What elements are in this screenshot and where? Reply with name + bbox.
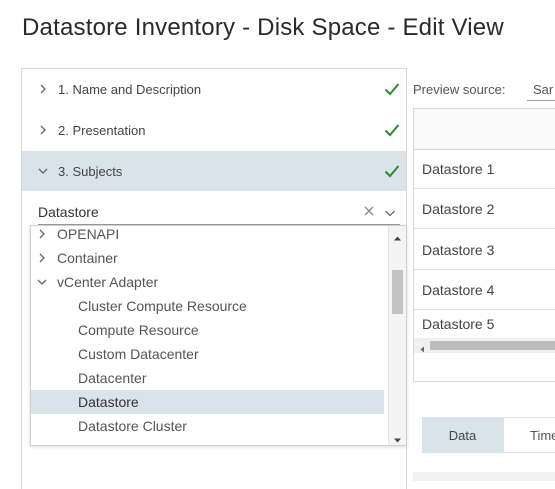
scroll-up-arrow-icon[interactable] [393,230,402,241]
dropdown-item[interactable]: Compute Resource [31,318,384,342]
chevron-down-icon[interactable] [384,205,396,217]
dropdown-item-label: Datastore Cluster [78,418,187,434]
scrollbar-thumb[interactable] [430,341,555,350]
subject-type-dropdown-list: OPENAPI Container vCenter Adapter Cluste… [30,225,407,446]
scroll-down-arrow-icon[interactable] [393,432,402,443]
chevron-right-icon [38,125,48,135]
dropdown-item-label: Container [57,250,118,266]
preview-source-select[interactable]: Sar [527,79,555,101]
dropdown-item-label: Compute Resource [78,322,199,338]
step-subjects[interactable]: 3. Subjects [22,151,406,191]
preview-footer-strip [413,472,555,481]
table-row[interactable]: Datastore 2 [414,189,555,229]
dropdown-item-label: vCenter Adapter [57,274,159,290]
dropdown-item[interactable]: Cluster Compute Resource [31,294,384,318]
dropdown-item-label: OPENAPI [57,226,120,242]
dropdown-item-selected[interactable]: Datastore [31,390,384,414]
page-title: Datastore Inventory - Disk Space - Edit … [22,14,504,41]
dropdown-group-openapi[interactable]: OPENAPI [31,226,384,246]
chevron-right-icon [37,229,47,239]
table-row[interactable]: Datastore 4 [414,270,555,310]
preview-data-grid: Datastore 1 Datastore 2 Datastore 3 Data… [413,108,555,382]
dropdown-item-label: Cluster Compute Resource [78,298,247,314]
tab-data[interactable]: Data [422,417,503,453]
check-icon [384,164,400,178]
table-row[interactable]: Datastore 5 [414,310,555,338]
dropdown-scrollbar[interactable] [388,226,406,445]
chevron-right-icon [38,84,48,94]
step-name-and-description[interactable]: 1. Name and Description [22,69,406,109]
combobox-value: Datastore [38,204,99,220]
step-label: 1. Name and Description [58,81,202,97]
dropdown-group-vcenter-adapter[interactable]: vCenter Adapter [31,270,384,294]
check-icon [384,82,400,96]
dropdown-item-label: Custom Datacenter [78,346,199,362]
scrollbar-thumb[interactable] [392,270,403,314]
dropdown-item-label: Datacenter [78,370,147,386]
grid-horizontal-scrollbar[interactable] [414,338,555,353]
table-row[interactable]: Datastore 1 [414,149,555,189]
dropdown-group-container[interactable]: Container [31,246,384,270]
wizard-steps-panel: 1. Name and Description 2. Presentation … [21,68,407,489]
dropdown-item-label: Datastore [78,394,139,410]
preview-source-label: Preview source: [413,82,506,97]
chevron-right-icon [37,253,47,263]
scroll-left-arrow-icon[interactable] [418,341,427,353]
table-row[interactable]: Datastore 3 [414,230,555,270]
chevron-down-icon [38,166,48,176]
step-label: 3. Subjects [58,163,123,179]
clear-icon[interactable] [363,204,375,216]
step-label: 2. Presentation [58,122,146,138]
chevron-down-icon [37,277,47,287]
dropdown-item[interactable]: Datastore Cluster [31,414,384,438]
dropdown-item[interactable]: Datacenter [31,366,384,390]
grid-header [414,109,555,150]
check-icon [384,123,400,137]
dropdown-item[interactable]: Custom Datacenter [31,342,384,366]
step-presentation[interactable]: 2. Presentation [22,110,406,150]
subject-type-combobox[interactable]: Datastore [38,199,400,225]
tab-time[interactable]: Time [503,417,555,453]
